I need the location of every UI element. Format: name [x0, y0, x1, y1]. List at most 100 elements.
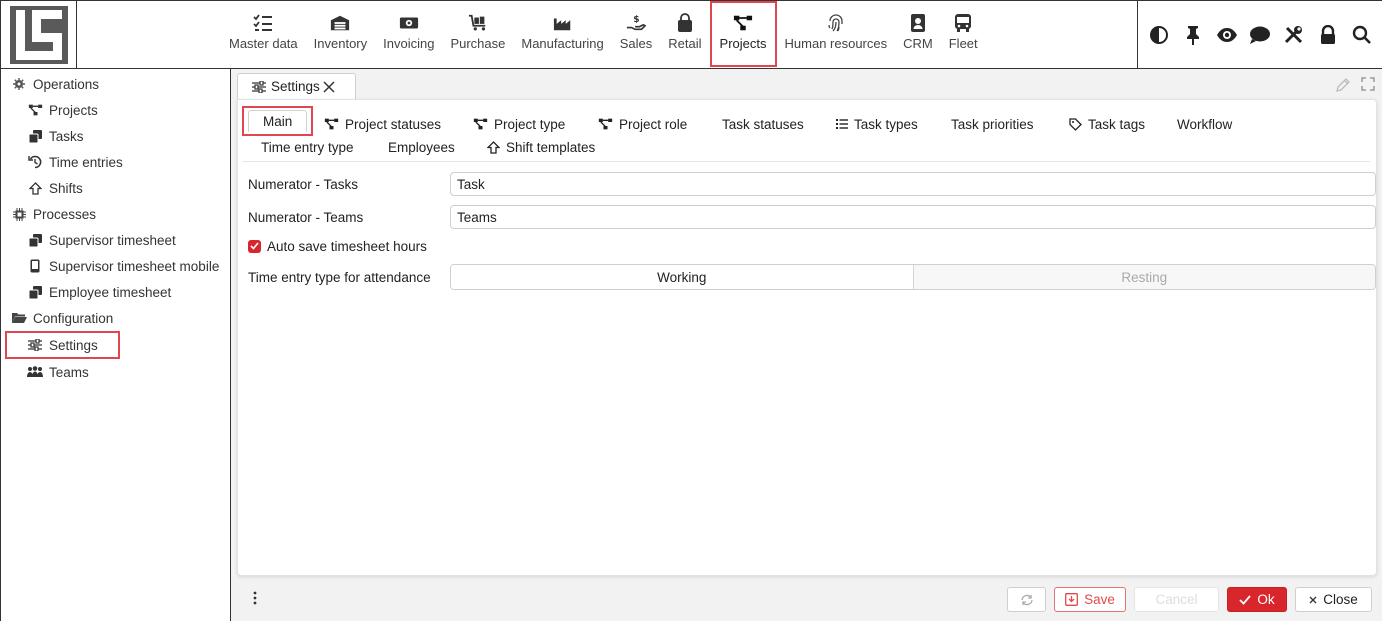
- sidebar-item-shifts[interactable]: Shifts: [1, 175, 230, 201]
- sidebar-item-label: Employee timesheet: [49, 284, 172, 300]
- module-fleet[interactable]: Fleet: [941, 1, 986, 69]
- warehouse-icon: [330, 13, 350, 33]
- module-label: Master data: [229, 36, 298, 51]
- sidebar-item-label: Teams: [49, 364, 89, 380]
- ok-button[interactable]: Ok: [1227, 587, 1287, 612]
- subtab-project-statuses[interactable]: Project statuses: [324, 113, 441, 135]
- action-bar: Save Cancel Ok Close: [231, 585, 1382, 615]
- contact-card-icon: [908, 13, 928, 33]
- chat-icon[interactable]: [1249, 24, 1271, 46]
- sidebar-item-employee-timesheet[interactable]: Employee timesheet: [1, 279, 230, 305]
- close-button[interactable]: Close: [1295, 587, 1372, 612]
- fullscreen-icon[interactable]: [1361, 77, 1375, 96]
- bus-icon: [953, 13, 973, 33]
- subtab-label: Task statuses: [722, 116, 804, 132]
- numerator-tasks-input[interactable]: [450, 172, 1376, 196]
- search-icon[interactable]: [1351, 24, 1373, 46]
- project-diagram-icon: [27, 103, 43, 117]
- cart-icon: [468, 13, 488, 33]
- copy-icon: [27, 129, 43, 143]
- module-purchase[interactable]: Purchase: [442, 1, 513, 69]
- sidebar-item-label: Projects: [49, 102, 98, 118]
- subtab-time-entry-type[interactable]: Time entry type: [261, 136, 354, 158]
- save-button[interactable]: Save: [1054, 587, 1126, 612]
- refresh-button[interactable]: [1007, 587, 1046, 612]
- subtab-label: Task priorities: [951, 116, 1034, 132]
- chip-icon: [11, 207, 27, 221]
- subtab-label: Workflow: [1177, 116, 1233, 132]
- subtab-workflow[interactable]: Workflow: [1177, 113, 1232, 135]
- copy-icon: [27, 233, 43, 247]
- numerator-teams-input[interactable]: [450, 205, 1376, 229]
- sidebar-item-teams[interactable]: Teams: [1, 359, 230, 385]
- project-diagram-icon: [324, 118, 339, 130]
- auto-save-checkbox[interactable]: [248, 239, 261, 253]
- module-retail[interactable]: Retail: [660, 1, 709, 69]
- subtab-label: Main: [248, 110, 308, 132]
- subtab-task-types[interactable]: Task types: [836, 113, 918, 135]
- sidebar-item-projects[interactable]: Projects: [1, 97, 230, 123]
- sidebar-item-supervisor-timesheet-mobile[interactable]: Supervisor timesheet mobile: [1, 253, 230, 279]
- sliders-icon: [27, 338, 43, 352]
- bag-icon: [675, 13, 695, 33]
- sidebar-group-processes[interactable]: Processes: [1, 201, 230, 227]
- subtab-main[interactable]: Main: [242, 106, 314, 136]
- copy-icon: [27, 285, 43, 299]
- module-label: Sales: [619, 36, 653, 51]
- users-icon: [27, 365, 43, 379]
- subtab-label: Project statuses: [345, 116, 442, 132]
- settings-subtabs: Main Project statuses Project type Proje…: [242, 106, 1370, 162]
- sidebar-group-configuration[interactable]: Configuration: [1, 305, 230, 331]
- project-diagram-icon: [473, 118, 488, 130]
- subtab-project-type[interactable]: Project type: [473, 113, 565, 135]
- module-inventory[interactable]: Inventory: [306, 1, 375, 69]
- subtab-task-priorities[interactable]: Task priorities: [951, 113, 1034, 135]
- top-bar: Master data Inventory Invoicing Purchase…: [1, 1, 1382, 69]
- module-label: Human resources: [784, 36, 888, 51]
- subtab-task-statuses[interactable]: Task statuses: [722, 113, 804, 135]
- close-icon[interactable]: [322, 80, 336, 94]
- project-diagram-icon: [733, 13, 753, 33]
- subtab-label: Project role: [619, 116, 688, 132]
- logo-icon: [9, 6, 68, 64]
- contrast-icon[interactable]: [1148, 24, 1170, 46]
- factory-icon: [553, 13, 573, 33]
- gear-icon: [11, 77, 27, 91]
- subtab-shift-templates[interactable]: Shift templates: [487, 136, 595, 158]
- subtab-employees[interactable]: Employees: [388, 136, 455, 158]
- tools-icon[interactable]: [1283, 24, 1305, 46]
- module-master-data[interactable]: Master data: [221, 1, 306, 69]
- row-numerator-tasks: Numerator - Tasks: [248, 172, 1376, 196]
- sidebar-item-supervisor-timesheet[interactable]: Supervisor timesheet: [1, 227, 230, 253]
- module-invoicing[interactable]: Invoicing: [375, 1, 442, 69]
- module-human-resources[interactable]: Human resources: [777, 1, 896, 69]
- pin-icon[interactable]: [1182, 24, 1204, 46]
- eye-icon[interactable]: [1216, 24, 1238, 46]
- module-sales[interactable]: $ Sales: [612, 1, 661, 69]
- module-nav: Master data Inventory Invoicing Purchase…: [221, 1, 986, 69]
- pencil-icon[interactable]: [1335, 77, 1351, 96]
- shift-arrow-icon: [27, 181, 43, 195]
- tab-settings[interactable]: Settings: [237, 73, 356, 99]
- module-label: CRM: [903, 36, 933, 51]
- option-working[interactable]: Working: [451, 265, 913, 289]
- attendance-segmented-control: Working Resting: [450, 264, 1376, 290]
- subtab-label: Employees: [388, 139, 455, 155]
- subtab-project-role[interactable]: Project role: [598, 113, 687, 135]
- module-projects[interactable]: Projects: [709, 1, 777, 67]
- lock-icon[interactable]: [1317, 24, 1339, 46]
- sidebar-item-time-entries[interactable]: Time entries: [1, 149, 230, 175]
- sidebar-group-operations[interactable]: Operations: [1, 71, 230, 97]
- hand-dollar-icon: $: [626, 13, 647, 33]
- app-logo[interactable]: [1, 1, 77, 69]
- sidebar-item-tasks[interactable]: Tasks: [1, 123, 230, 149]
- module-manufacturing[interactable]: Manufacturing: [513, 1, 611, 69]
- sidebar-item-settings[interactable]: Settings: [5, 331, 120, 359]
- more-options-icon[interactable]: [253, 591, 257, 605]
- numerator-teams-label: Numerator - Teams: [248, 209, 364, 225]
- subtab-task-tags[interactable]: Task tags: [1069, 113, 1145, 135]
- auto-save-label: Auto save timesheet hours: [267, 238, 427, 254]
- module-crm[interactable]: CRM: [895, 1, 941, 69]
- cancel-button[interactable]: Cancel: [1134, 587, 1219, 612]
- option-resting[interactable]: Resting: [912, 265, 1375, 289]
